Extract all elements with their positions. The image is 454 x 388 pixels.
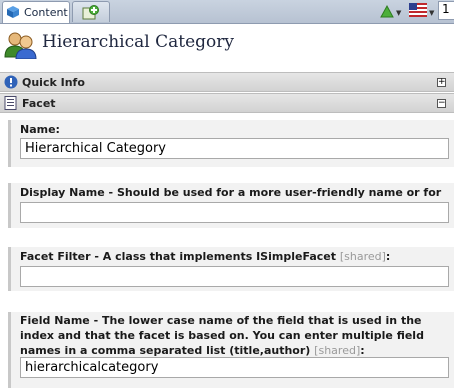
field-name-input[interactable]: hierarchicalcategory (20, 357, 449, 378)
language-number[interactable]: 1 (438, 1, 454, 20)
field-facet-filter: Facet Filter - A class that implements I… (8, 247, 454, 291)
users-icon (4, 32, 37, 59)
expand-icon[interactable]: + (437, 78, 446, 87)
section-facet[interactable]: Facet − (0, 93, 454, 113)
cube-icon (7, 6, 19, 18)
section-quick-info-title: Quick Info (22, 76, 85, 89)
tab-bar: Content ▼ ▼ 1 (0, 0, 454, 24)
field-name: Name: Hierarchical Category (8, 120, 454, 167)
add-tab-button[interactable] (72, 1, 110, 22)
tab-content[interactable]: Content (2, 1, 70, 23)
name-input[interactable]: Hierarchical Category (20, 138, 449, 159)
collapse-icon[interactable]: − (437, 99, 446, 108)
facet-filter-input[interactable] (20, 266, 449, 287)
document-icon (4, 96, 17, 110)
field-name-label: Field Name - The lower case name of the … (20, 314, 424, 357)
add-tab-icon (82, 5, 99, 20)
info-icon (4, 75, 18, 89)
navigate-icon[interactable] (379, 3, 395, 19)
tab-content-label: Content (24, 6, 68, 19)
language-dropdown-icon[interactable]: ▼ (429, 9, 434, 17)
display-name-input[interactable] (20, 202, 449, 223)
field-display-name: Display Name - Should be used for a more… (8, 183, 454, 228)
shared-tag: [shared] (339, 250, 386, 263)
shared-tag: [shared] (314, 344, 361, 357)
section-facet-title: Facet (22, 97, 56, 110)
us-flag-icon[interactable] (409, 3, 427, 17)
field-field-name: Field Name - The lower case name of the … (8, 312, 454, 388)
facet-filter-label: Facet Filter - A class that implements I… (20, 250, 391, 263)
page-title: Hierarchical Category (42, 32, 234, 52)
name-label: Name: (20, 123, 60, 136)
section-quick-info[interactable]: Quick Info + (0, 72, 454, 92)
navigate-dropdown-icon[interactable]: ▼ (396, 9, 401, 17)
